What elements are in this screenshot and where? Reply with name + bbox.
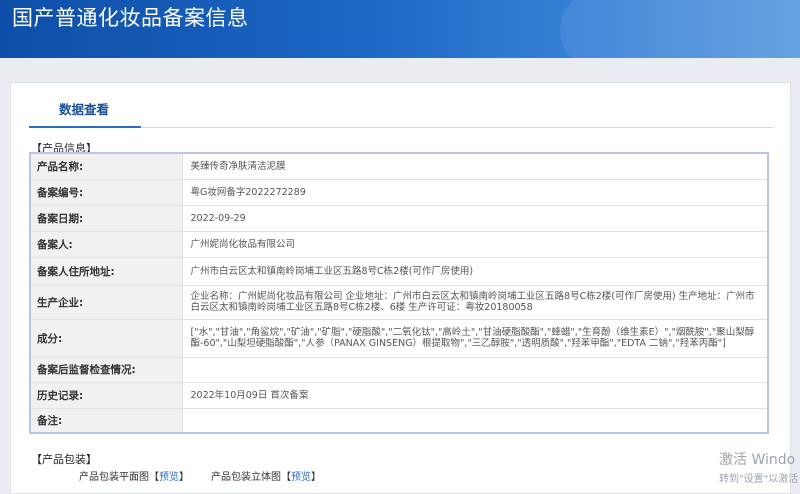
row-value: 企业名称：广州妮尚化妆品有限公司 企业地址：广州市白云区太和镇南岭岗埔工业区五路…: [181, 284, 769, 320]
product-info-table: 产品名称: 美臻传奇净肤清洁泥膜 备案编号: 粤G妆网备字2022272289 …: [29, 152, 769, 434]
tab-bar: 数据查看: [29, 83, 774, 128]
table-row: 备案编号: 粤G妆网备字2022272289: [29, 178, 769, 206]
row-label: 备案日期:: [29, 204, 183, 232]
row-label: 备案人住所地址:: [29, 256, 183, 286]
table-row: 备案人: 广州妮尚化妆品有限公司: [29, 230, 769, 258]
content-panel: 数据查看 【产品信息】 产品名称: 美臻传奇净肤清洁泥膜 备案编号: 粤G妆网备…: [10, 82, 791, 494]
row-value: ["水","甘油","角鲨烷","矿油","矿脂","硬脂酸","二氧化钛","…: [181, 318, 769, 358]
packaging-item: 产品包装立体图【预览】: [211, 472, 321, 483]
packaging-item-label: 产品包装立体图: [211, 472, 281, 483]
table-row: 历史记录: 2022年10月09日 首次备案: [29, 381, 769, 409]
row-label: 成分:: [29, 318, 183, 358]
tab-data-view-label: 数据查看: [59, 102, 110, 117]
row-label: 产品名称:: [29, 152, 183, 180]
header-banner: 国产普通化妆品备案信息: [0, 0, 800, 58]
banner-decoration: [560, 0, 800, 58]
row-value: 2022年10月09日 首次备案: [181, 381, 769, 409]
row-value: 美臻传奇净肤清洁泥膜: [181, 152, 769, 180]
activation-watermark-title: 激活 Windo: [719, 452, 796, 468]
table-row: 产品名称: 美臻传奇净肤清洁泥膜: [29, 152, 769, 180]
row-value: 2022-09-29: [181, 204, 769, 232]
row-value: [181, 356, 769, 383]
activation-watermark-subtitle: 转到"设置"以激活: [719, 474, 799, 485]
packaging-item: 产品包装平面图【预览】: [79, 472, 189, 483]
row-label: 备案后监督检查情况:: [29, 356, 183, 383]
table-row: 备案人住所地址: 广州市白云区太和镇南岭岗埔工业区五路8号C栋2楼(可作厂房使用…: [29, 256, 769, 286]
table-row: 备案后监督检查情况:: [29, 356, 769, 383]
row-label: 备注:: [29, 407, 183, 434]
row-label: 生产企业:: [29, 284, 183, 320]
packaging-item-label: 产品包装平面图: [79, 472, 149, 483]
row-value: [181, 407, 769, 434]
row-label: 备案编号:: [29, 178, 183, 206]
row-value: 广州妮尚化妆品有限公司: [181, 230, 769, 258]
row-label: 备案人:: [29, 230, 183, 258]
row-value: 广州市白云区太和镇南岭岗埔工业区五路8号C栋2楼(可作厂房使用): [181, 256, 769, 286]
table-row: 备注:: [29, 407, 769, 434]
tab-data-view[interactable]: 数据查看: [29, 83, 141, 128]
preview-link[interactable]: 预览: [291, 472, 311, 483]
row-value: 粤G妆网备字2022272289: [181, 178, 769, 206]
table-row: 备案日期: 2022-09-29: [29, 204, 769, 232]
table-row: 成分: ["水","甘油","角鲨烷","矿油","矿脂","硬脂酸","二氧化…: [29, 318, 769, 358]
packaging-section-title: 【产品包装】: [31, 453, 97, 466]
page-title: 国产普通化妆品备案信息: [12, 6, 249, 30]
preview-link[interactable]: 预览: [159, 472, 179, 483]
row-label: 历史记录:: [29, 381, 183, 409]
table-row: 生产企业: 企业名称：广州妮尚化妆品有限公司 企业地址：广州市白云区太和镇南岭岗…: [29, 284, 769, 320]
